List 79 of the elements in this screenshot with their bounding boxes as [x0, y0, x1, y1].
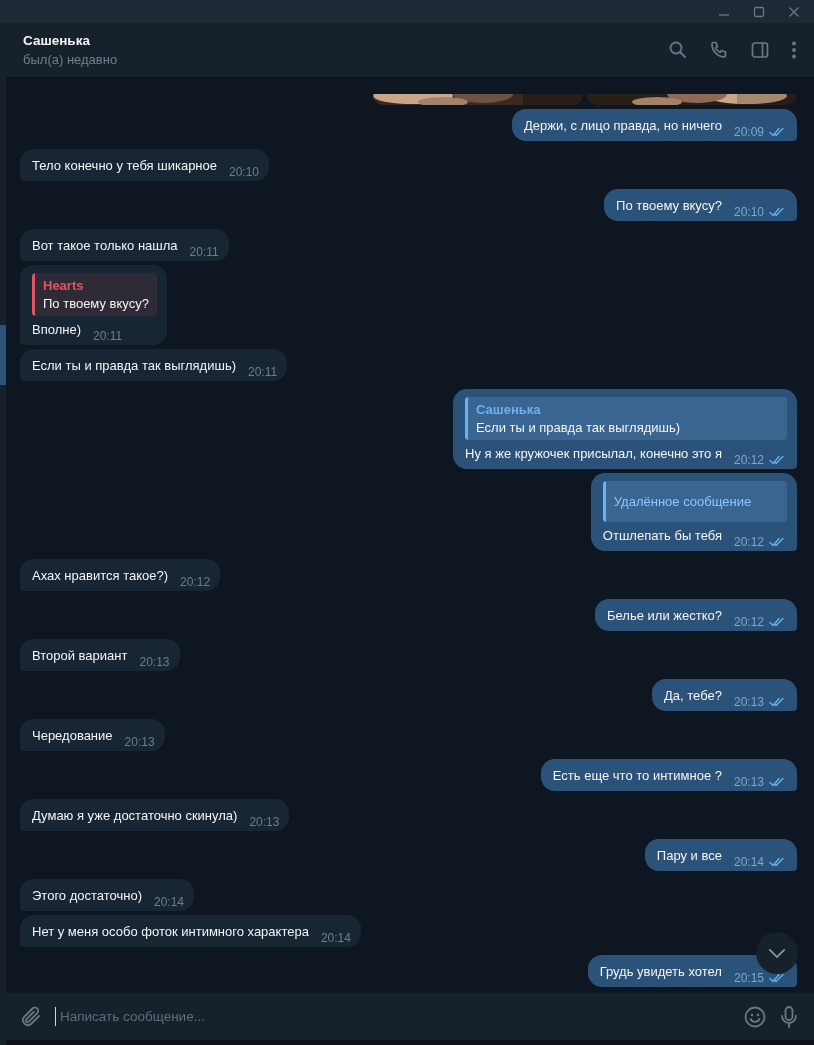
- message-text: Ну я же кружочек присылал, конечно это я: [465, 445, 722, 463]
- message-time: 20:13: [139, 655, 170, 669]
- message-time: 20:09: [733, 125, 764, 139]
- scroll-down-button[interactable]: [756, 932, 798, 974]
- message-time: 20:15: [733, 971, 764, 985]
- message-input[interactable]: Написать сообщение...: [55, 1007, 723, 1026]
- message-text: Второй вариант: [32, 647, 128, 665]
- message-text: Вполне): [32, 321, 81, 339]
- message-bubble[interactable]: Есть еще что то интимное ? 20:13: [540, 759, 797, 791]
- message-text: Ахах нравится такое?): [32, 567, 169, 585]
- phone-icon[interactable]: [709, 40, 729, 60]
- message-bubble[interactable]: По твоему вкусу? 20:10: [604, 189, 797, 221]
- sidebar-toggle-icon[interactable]: [750, 40, 770, 60]
- message-bubble[interactable]: Думаю я уже достаточно скинула) 20:13: [20, 799, 290, 831]
- message-time: 20:10: [229, 165, 260, 179]
- message-time: 20:14: [320, 931, 351, 945]
- message-time: 20:12: [733, 615, 764, 629]
- reply-author: Сашенька: [476, 401, 542, 418]
- message-text: Думаю я уже достаточно скинула): [32, 807, 238, 825]
- quoted-text: По твоему вкусу?: [43, 295, 149, 312]
- message-bubble[interactable]: Грудь увидеть хотел 20:15: [587, 955, 797, 987]
- message-text: Если ты и правда так выглядишь): [32, 357, 236, 375]
- deleted-message-note: Удалённое сообщение: [613, 493, 752, 511]
- reply-author: Hearts: [43, 277, 85, 294]
- message-time: 20:12: [733, 453, 764, 467]
- message-bubble[interactable]: Ахах нравится такое?) 20:12: [20, 559, 221, 591]
- message-composer[interactable]: Написать сообщение...: [6, 993, 814, 1045]
- reply-quote[interactable]: Сашенька Если ты и правда так выглядишь): [465, 397, 787, 440]
- message-text: Тело конечно у тебя шикарное: [32, 157, 217, 175]
- message-text: Белье или жестко?: [607, 607, 722, 625]
- message-text: Держи, с лицо правда, но ничего: [523, 117, 722, 135]
- message-bubble[interactable]: Пару и все 20:14: [644, 839, 797, 871]
- message-text: Да, тебе?: [664, 687, 722, 705]
- more-icon[interactable]: [791, 40, 797, 60]
- selection-indicator: [0, 325, 6, 385]
- message-time: 20:11: [189, 245, 219, 259]
- message-bubble[interactable]: Второй вариант 20:13: [20, 639, 180, 671]
- message-text: Пару и все: [656, 847, 722, 865]
- message-text: Этого достаточно): [32, 887, 142, 905]
- message-text: Вот такое только нашла: [32, 237, 178, 255]
- message-time: 20:14: [733, 855, 764, 869]
- message-text: Грудь увидеть хотел: [599, 963, 722, 981]
- message-bubble[interactable]: Вот такое только нашла 20:11: [20, 229, 229, 261]
- message-time: 20:13: [733, 695, 764, 709]
- close-icon[interactable]: [788, 5, 800, 18]
- message-bubble[interactable]: Сашенька Если ты и правда так выглядишь) Ну я же кружочек присылал, конечно это я 20:12: [453, 389, 797, 469]
- message-bubble[interactable]: Да, тебе? 20:13: [652, 679, 797, 711]
- message-time: 20:14: [154, 895, 185, 909]
- message-bubble[interactable]: Удалённое сообщение Отшлепать бы тебя 20:12: [590, 473, 797, 551]
- message-time: 20:13: [124, 735, 155, 749]
- message-text: Есть еще что то интимное ?: [552, 767, 722, 785]
- emoji-icon[interactable]: [743, 1004, 767, 1029]
- message-time: 20:13: [733, 775, 764, 789]
- reply-quote[interactable]: Hearts По твоему вкусу?: [32, 273, 157, 316]
- message-time: 20:12: [180, 575, 211, 589]
- chat-title[interactable]: Сашенька: [23, 33, 118, 48]
- message-time: 20:13: [249, 815, 280, 829]
- last-seen-status: был(а) недавно: [23, 52, 118, 67]
- message-text: Отшлепать бы тебя: [602, 527, 722, 545]
- message-bubble[interactable]: Тело конечно у тебя шикарное 20:10: [20, 149, 270, 181]
- message-bubble[interactable]: Hearts По твоему вкусу? Вполне) 20:11: [20, 265, 167, 345]
- message-bubble[interactable]: Нет у меня особо фоток интимного характера 20:14: [20, 915, 361, 947]
- message-bubble[interactable]: Если ты и правда так выглядишь) 20:11: [20, 349, 288, 381]
- message-time: 20:11: [93, 329, 123, 343]
- search-icon[interactable]: [668, 40, 688, 60]
- message-bubble[interactable]: Держи, с лицо правда, но ничего 20:09: [511, 109, 797, 141]
- paperclip-icon[interactable]: [19, 1004, 43, 1029]
- message-bubble[interactable]: Белье или жестко? 20:12: [595, 599, 797, 631]
- message-time: 20:10: [733, 205, 764, 219]
- maximize-icon[interactable]: [753, 5, 765, 18]
- message-time: 20:11: [248, 365, 278, 379]
- message-text: Чередование: [32, 727, 113, 745]
- message-text: По твоему вкусу?: [616, 197, 722, 215]
- chevron-down-icon: [768, 947, 786, 959]
- message-time: 20:12: [733, 535, 764, 549]
- message-text: Нет у меня особо фоток интимного характера: [32, 923, 309, 941]
- message-bubble[interactable]: Этого достаточно) 20:14: [20, 879, 195, 911]
- message-bubble[interactable]: Чередование 20:13: [20, 719, 165, 751]
- quoted-text: Если ты и правда так выглядишь): [476, 419, 681, 436]
